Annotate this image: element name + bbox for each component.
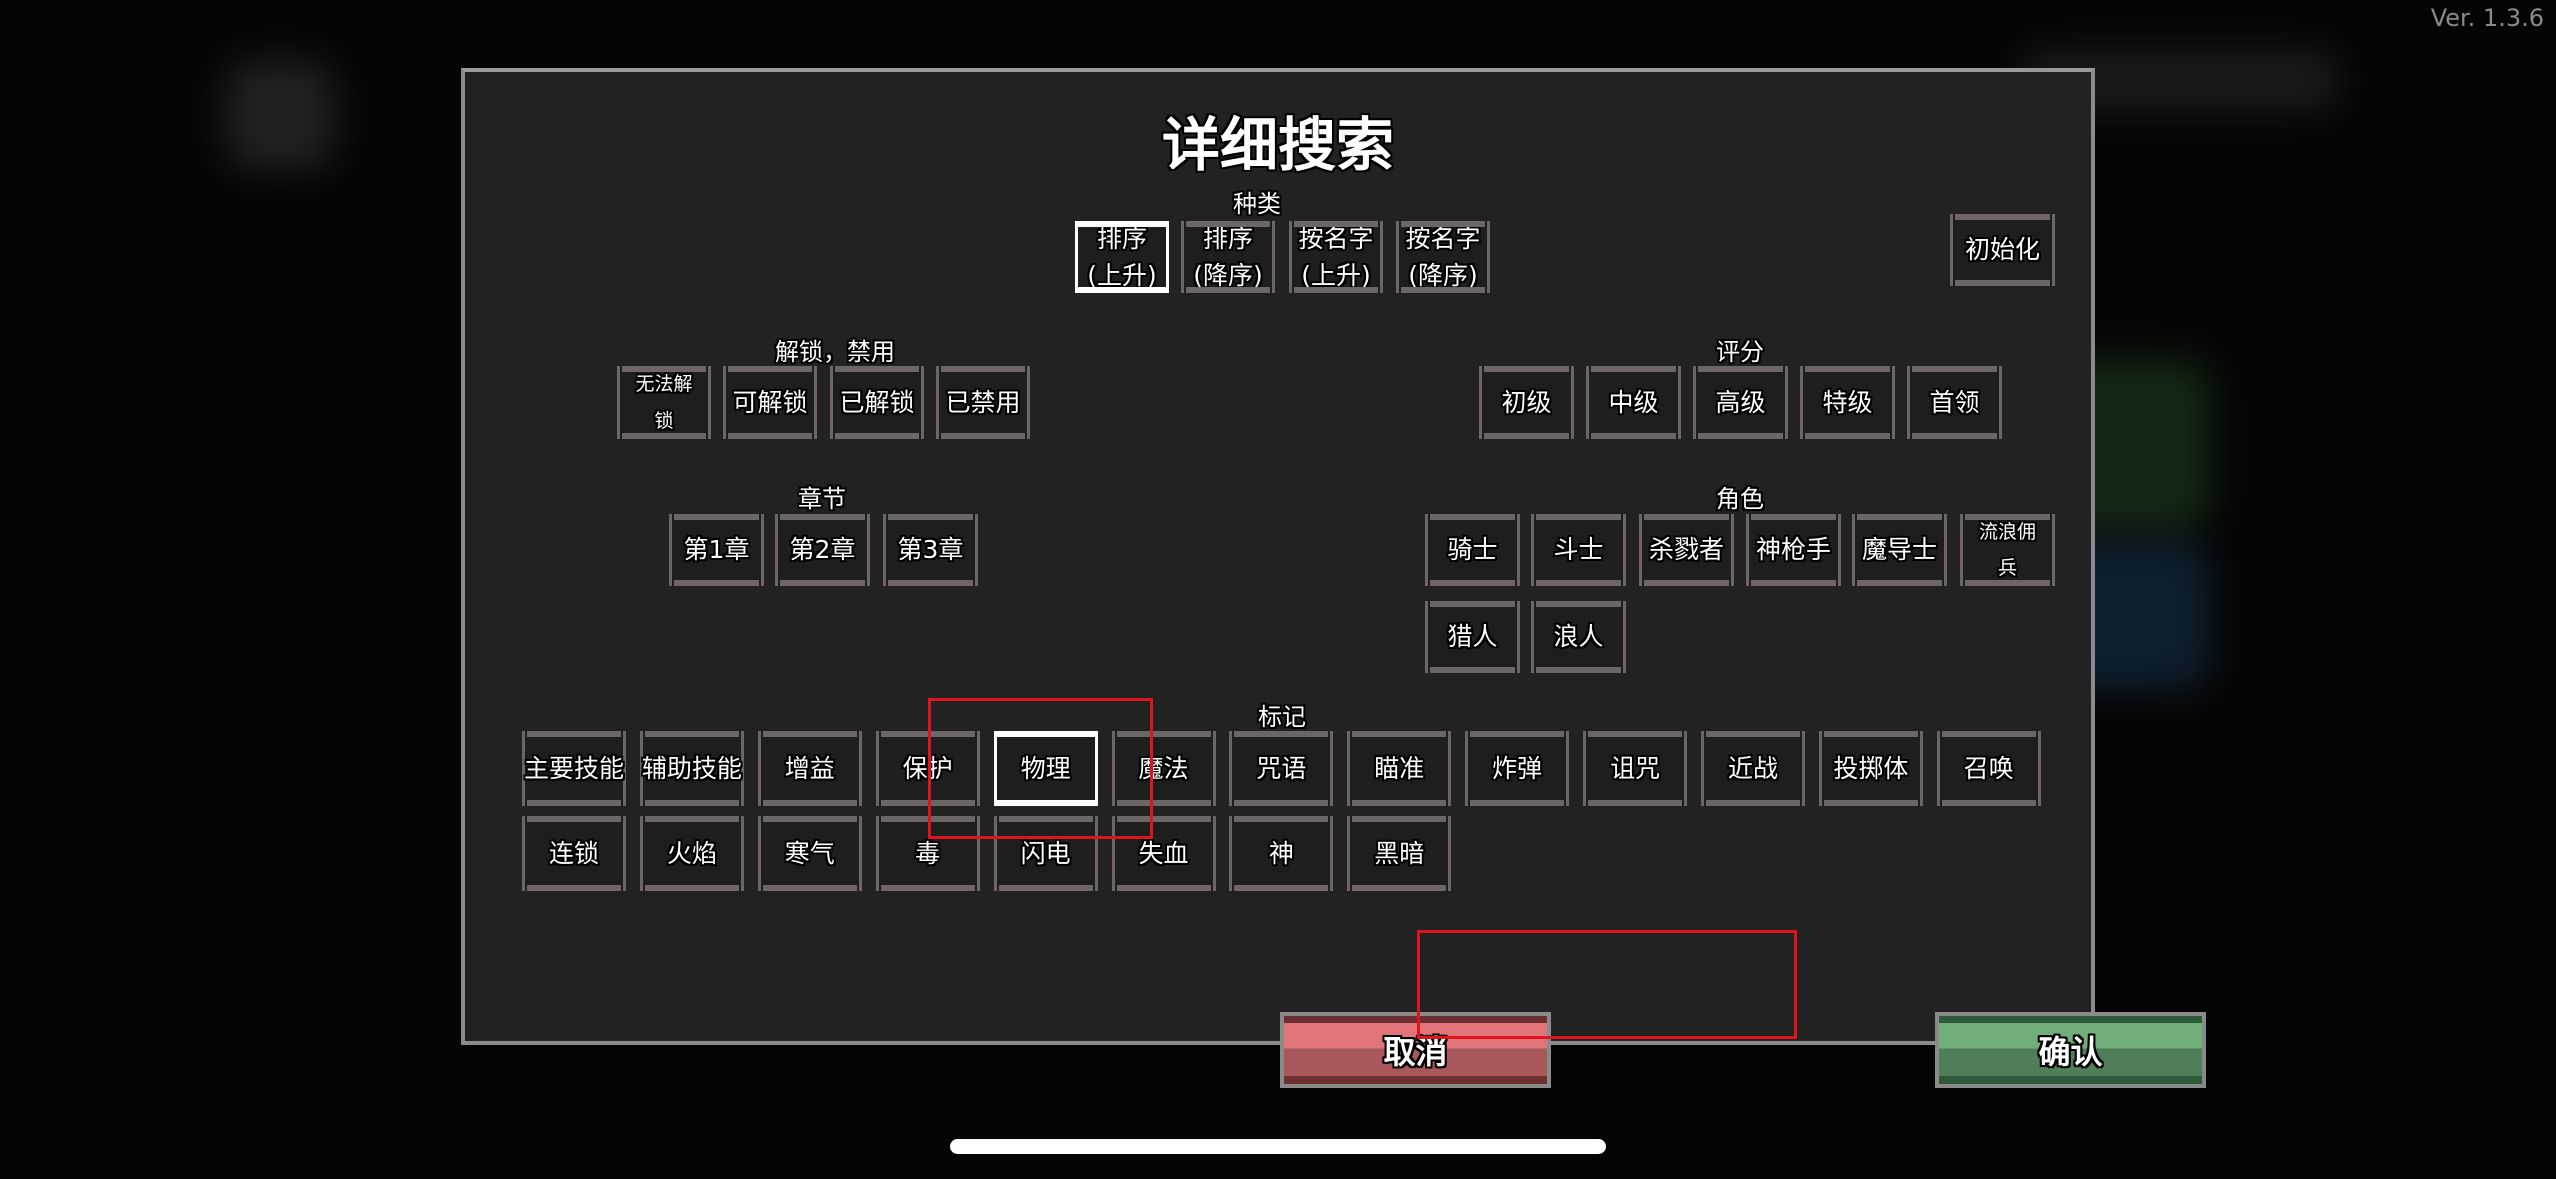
- unlock-option-button[interactable]: 已解锁: [830, 366, 924, 439]
- chapter-option-button[interactable]: 第2章: [775, 514, 870, 586]
- role-option-button[interactable]: 斗士: [1531, 514, 1626, 586]
- unlock-option-button[interactable]: 已禁用: [936, 366, 1030, 439]
- chapter-section-label: 章节: [798, 485, 846, 513]
- tag-option-button[interactable]: 魔法: [1111, 731, 1216, 806]
- tag-option-button[interactable]: 增益: [757, 731, 862, 806]
- tag-option-button[interactable]: 近战: [1701, 731, 1805, 806]
- tag-option-button[interactable]: 投掷体: [1818, 731, 1923, 806]
- role-option-button[interactable]: 猎人: [1425, 601, 1520, 673]
- rating-option-button[interactable]: 高级: [1693, 366, 1788, 439]
- tag-option-button[interactable]: 辅助技能: [639, 731, 744, 806]
- rating-option-button[interactable]: 首领: [1907, 366, 2002, 439]
- chapter-option-button[interactable]: 第3章: [883, 514, 978, 586]
- unlock-section-label: 解锁，禁用: [775, 338, 895, 366]
- rating-option-button[interactable]: 中级: [1586, 366, 1681, 439]
- detailed-search-dialog: 详细搜索 种类排序 (上升) 排序 (降序) 按名字 (上升) 按名字 (降序) 解锁，…: [461, 68, 2206, 1088]
- tag-option-button[interactable]: 咒语: [1229, 731, 1334, 806]
- tag-option-button[interactable]: 物理: [993, 731, 1098, 806]
- tag-section-label: 标记: [1258, 703, 1306, 731]
- tag-option-button[interactable]: 黑暗: [1347, 816, 1452, 891]
- type-section-label: 种类: [1233, 190, 1281, 218]
- tag-option-button[interactable]: 瞄准: [1347, 731, 1452, 806]
- tag-option-button[interactable]: 闪电: [993, 816, 1098, 891]
- type-option-button[interactable]: 按名字 (上升): [1289, 221, 1383, 293]
- tag-option-button[interactable]: 保护: [875, 731, 980, 806]
- background-blur: [225, 60, 335, 170]
- tag-option-button[interactable]: 连锁: [522, 816, 626, 891]
- confirm-button[interactable]: 确认: [1935, 1012, 2206, 1088]
- tag-option-button[interactable]: 主要技能: [522, 731, 626, 806]
- rating-option-button[interactable]: 特级: [1800, 366, 1895, 439]
- version-label: Ver. 1.3.6: [2430, 4, 2544, 32]
- reset-button[interactable]: 初始化: [1950, 214, 2055, 286]
- role-option-button[interactable]: 神枪手: [1746, 514, 1841, 586]
- tag-option-button[interactable]: 火焰: [639, 816, 744, 891]
- type-option-button[interactable]: 排序 (上升): [1075, 221, 1169, 293]
- rating-option-button[interactable]: 初级: [1479, 366, 1574, 439]
- dialog-title: 详细搜索: [1161, 111, 1394, 179]
- unlock-option-button[interactable]: 可解锁: [723, 366, 817, 439]
- role-section-label: 角色: [1716, 485, 1764, 513]
- role-option-button[interactable]: 骑士: [1425, 514, 1520, 586]
- type-option-button[interactable]: 排序 (降序): [1181, 221, 1275, 293]
- role-option-button[interactable]: 浪人: [1531, 601, 1626, 673]
- tag-option-button[interactable]: 召唤: [1936, 731, 2041, 806]
- role-option-button[interactable]: 流浪佣 兵: [1960, 514, 2055, 586]
- rating-section-label: 评分: [1716, 338, 1764, 366]
- tag-option-button[interactable]: 炸弹: [1465, 731, 1570, 806]
- role-option-button[interactable]: 魔导士: [1852, 514, 1947, 586]
- chapter-option-button[interactable]: 第1章: [669, 514, 764, 586]
- tag-option-button[interactable]: 神: [1229, 816, 1334, 891]
- type-option-button[interactable]: 按名字 (降序): [1396, 221, 1490, 293]
- unlock-option-button[interactable]: 无法解 锁: [617, 366, 711, 439]
- home-indicator[interactable]: [950, 1139, 1606, 1154]
- tag-option-button[interactable]: 毒: [875, 816, 980, 891]
- role-option-button[interactable]: 杀戮者: [1639, 514, 1734, 586]
- tag-option-button[interactable]: 寒气: [757, 816, 862, 891]
- cancel-button[interactable]: 取消: [1280, 1012, 1551, 1088]
- tag-option-button[interactable]: 失血: [1111, 816, 1216, 891]
- tag-option-button[interactable]: 诅咒: [1583, 731, 1688, 806]
